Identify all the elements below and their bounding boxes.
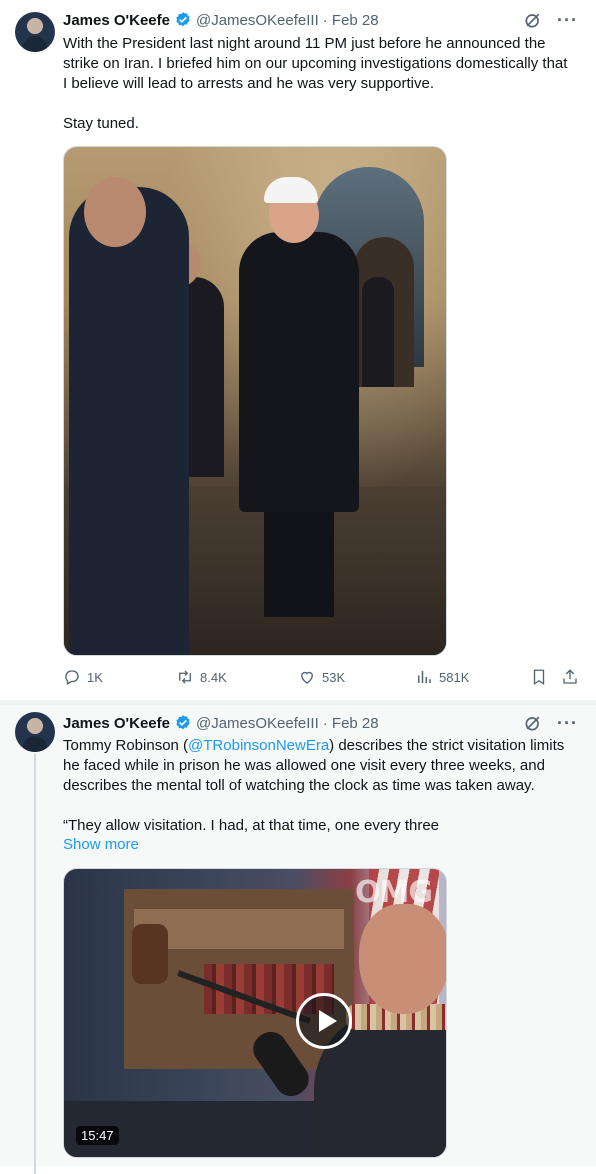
- tweet-text: With the President last night around 11 …: [63, 34, 573, 134]
- retweet-button[interactable]: 8.4K: [176, 668, 227, 686]
- verified-badge-icon[interactable]: [174, 11, 192, 29]
- author-name[interactable]: James O'Keefe: [63, 715, 170, 732]
- like-button[interactable]: 53K: [298, 668, 345, 686]
- bookmark-icon: [533, 669, 545, 686]
- mention-link[interactable]: @TRobinsonNewEra: [188, 737, 329, 754]
- views-icon: [418, 671, 431, 683]
- tweet-header: James O'Keefe @JamesOKeefeIII · Feb 28: [63, 10, 379, 30]
- tweet[interactable]: James O'Keefe @JamesOKeefeIII · Feb 28 ·…: [0, 0, 596, 700]
- tweet-text-fragment: Tommy Robinson (: [63, 737, 189, 754]
- tweet-top-actions: ···: [523, 713, 578, 733]
- views-button[interactable]: 581K: [415, 668, 469, 686]
- photo-detail: [69, 187, 189, 655]
- retweet-icon: [179, 670, 191, 684]
- video-duration: 15:47: [76, 1126, 119, 1145]
- photo-detail: [264, 507, 334, 617]
- more-icon[interactable]: ···: [557, 714, 578, 732]
- video-detail: [359, 904, 446, 1014]
- tweet-actions: 1K 8.4K 53K 581K: [63, 668, 583, 688]
- like-count: 53K: [322, 669, 346, 685]
- share-icon: [563, 669, 577, 684]
- grok-icon[interactable]: [523, 713, 543, 733]
- photo-detail: [362, 277, 394, 387]
- grok-icon[interactable]: [523, 10, 543, 30]
- tweet-text: Tommy Robinson (@TRobinsonNewEra) descri…: [63, 736, 573, 836]
- more-icon[interactable]: ···: [557, 11, 578, 29]
- tweet[interactable]: James O'Keefe @JamesOKeefeIII · Feb 28 ·…: [0, 705, 596, 1174]
- reply-count: 1K: [87, 669, 103, 685]
- tweet-date[interactable]: · Feb 28: [323, 715, 379, 732]
- show-more-link[interactable]: Show more: [63, 836, 139, 853]
- tweet-date[interactable]: · Feb 28: [323, 12, 379, 29]
- reply-button[interactable]: 1K: [63, 668, 103, 686]
- thread-line: [34, 754, 36, 1174]
- avatar[interactable]: [15, 12, 55, 52]
- tweet-video[interactable]: OMG 15:47: [63, 868, 447, 1158]
- retweet-count: 8.4K: [200, 669, 227, 685]
- photo-detail: [84, 177, 146, 247]
- tweet-top-actions: ···: [523, 10, 578, 30]
- play-icon[interactable]: [296, 993, 352, 1049]
- avatar[interactable]: [15, 712, 55, 752]
- tweet-paragraph: Tommy Robinson (@TRobinsonNewEra) descri…: [63, 736, 573, 796]
- verified-badge-icon[interactable]: [174, 714, 192, 732]
- tweet-paragraph: Stay tuned.: [63, 115, 139, 132]
- reply-icon: [65, 670, 79, 685]
- like-icon: [301, 671, 313, 684]
- author-handle[interactable]: @JamesOKeefeIII: [196, 715, 319, 732]
- photo-detail: [264, 177, 318, 203]
- tweet-paragraph: “They allow visitation. I had, at that t…: [63, 817, 440, 834]
- video-detail: [132, 924, 168, 984]
- bookmark-button[interactable]: [530, 668, 548, 686]
- views-count: 581K: [439, 669, 470, 685]
- share-button[interactable]: [561, 668, 579, 686]
- tweet-paragraph: With the President last night around 11 …: [63, 35, 568, 92]
- tweet-header: James O'Keefe @JamesOKeefeIII · Feb 28: [63, 713, 379, 733]
- author-handle[interactable]: @JamesOKeefeIII: [196, 12, 319, 29]
- tweet-photo[interactable]: [63, 146, 447, 656]
- author-name[interactable]: James O'Keefe: [63, 12, 170, 29]
- video-watermark: OMG: [355, 875, 433, 910]
- photo-detail: [239, 232, 359, 512]
